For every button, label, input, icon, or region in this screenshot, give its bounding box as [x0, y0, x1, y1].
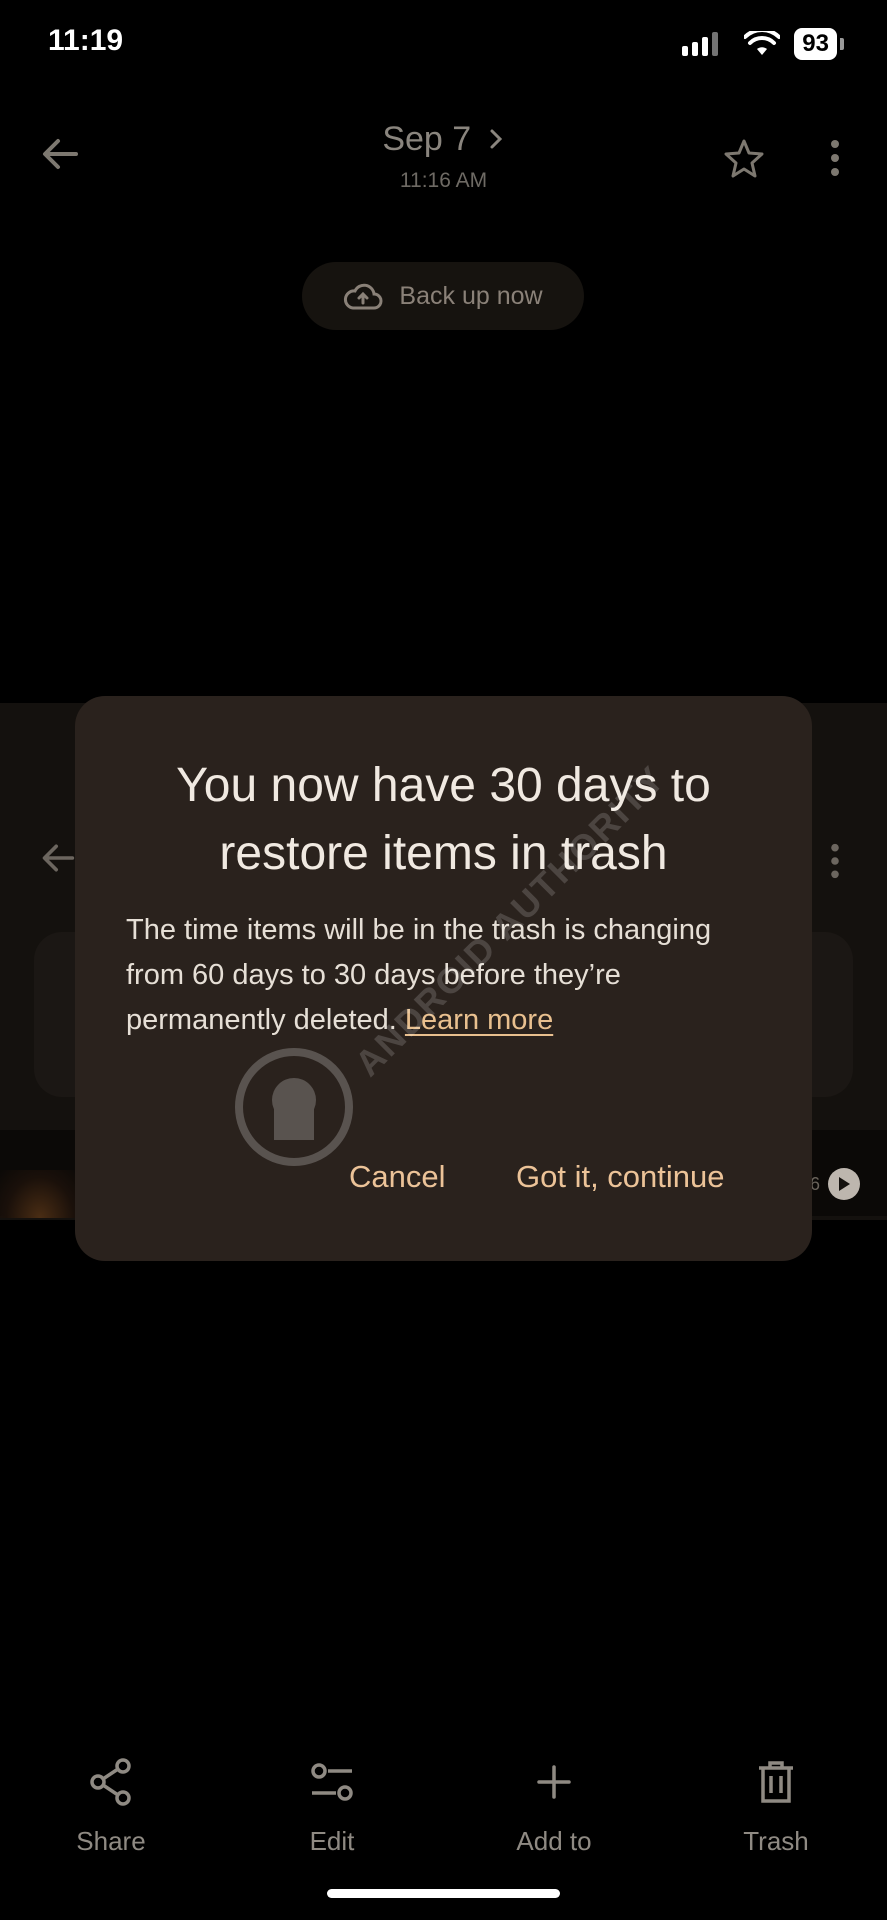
- cancel-button[interactable]: Cancel: [349, 1159, 446, 1195]
- top-app-bar: Sep 7 11:16 AM: [0, 110, 887, 210]
- trash-button[interactable]: Trash: [696, 1752, 856, 1857]
- background-thumbnail: [0, 1170, 80, 1218]
- trash-label: Trash: [743, 1826, 809, 1856]
- bottom-action-bar: Share Edit Add to Trash: [0, 1752, 887, 1862]
- favorite-button[interactable]: [720, 134, 768, 182]
- signal-icon: [682, 32, 719, 56]
- edit-sliders-icon: [311, 1763, 353, 1801]
- background-back-arrow-icon: [42, 844, 75, 872]
- back-up-now-label: Back up now: [399, 281, 543, 310]
- background-more-vert-icon: [831, 843, 839, 879]
- add-to-label: Add to: [516, 1826, 592, 1856]
- date-label: Sep 7: [382, 120, 472, 158]
- got-it-continue-button[interactable]: Got it, continue: [516, 1159, 725, 1195]
- more-options-button[interactable]: [815, 134, 855, 182]
- share-label: Share: [76, 1826, 146, 1856]
- more-vert-icon: [831, 140, 839, 176]
- plus-icon: [537, 1765, 571, 1799]
- edit-button[interactable]: Edit: [252, 1752, 412, 1857]
- chevron-right-icon: [490, 129, 502, 149]
- trash-icon: [759, 1761, 793, 1803]
- star-icon: [724, 139, 764, 178]
- background-video-indicator: 6: [810, 1168, 861, 1200]
- edit-label: Edit: [309, 1826, 355, 1856]
- add-to-button[interactable]: Add to: [474, 1752, 634, 1857]
- screen: 11:19 93 Sep 7 11:16 AM Back up now 6 Yo…: [0, 0, 887, 1920]
- status-icons: 93: [682, 28, 844, 60]
- watermark-logo: [235, 1048, 353, 1166]
- share-button[interactable]: Share: [31, 1752, 191, 1857]
- wifi-icon: [744, 31, 781, 55]
- battery-icon: 93: [794, 28, 844, 60]
- cloud-upload-icon: [344, 283, 383, 310]
- status-time: 11:19: [48, 24, 124, 57]
- share-icon: [90, 1758, 131, 1806]
- back-up-now-button[interactable]: Back up now: [302, 262, 584, 330]
- dialog-title: You now have 30 days to restore items in…: [176, 759, 711, 880]
- play-icon: [828, 1168, 861, 1200]
- home-indicator[interactable]: [327, 1889, 560, 1898]
